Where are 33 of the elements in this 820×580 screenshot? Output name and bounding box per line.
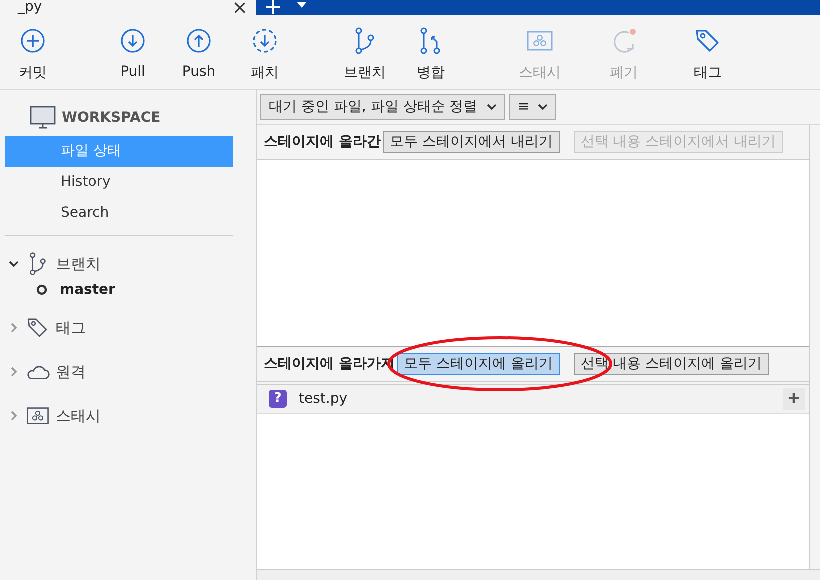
toolbar-button[interactable]: Push bbox=[166, 15, 232, 89]
caret-icon[interactable] bbox=[296, 1, 308, 9]
stage-button[interactable]: 모두 스테이지에서 내리기 bbox=[382, 131, 560, 153]
toolbar-button[interactable]: 병합 bbox=[398, 15, 464, 89]
document-tab[interactable]: _py × bbox=[0, 0, 256, 15]
up-arrow-circle-icon bbox=[185, 27, 213, 55]
close-button[interactable]: × bbox=[232, 1, 248, 15]
toolbar-button[interactable]: 브랜치 bbox=[332, 15, 398, 89]
stage-button[interactable]: 모두 스테이지에 올리기 bbox=[396, 353, 560, 375]
stage-button[interactable]: 선택 내용 스테이지에 올리기 bbox=[574, 353, 770, 375]
untracked-status-icon: ? bbox=[269, 390, 287, 408]
section-title: WORKSPACE bbox=[62, 110, 161, 126]
down-arrow-circle-icon bbox=[119, 27, 147, 55]
stage-file-button[interactable]: + bbox=[783, 388, 805, 410]
plus-circle-icon bbox=[19, 27, 47, 55]
toolbar-button[interactable]: 패치 bbox=[232, 15, 298, 89]
new-tab-button[interactable]: + bbox=[264, 1, 282, 15]
toolbar-button[interactable]: 커밋 bbox=[0, 15, 66, 89]
tab-title: _py bbox=[18, 0, 42, 15]
branch-item[interactable]: master bbox=[60, 282, 116, 298]
sidebar-item[interactable]: History bbox=[5, 167, 233, 198]
sidebar-section[interactable]: 태그 bbox=[0, 306, 256, 350]
pane-title: 스테이지에 올라간 bbox=[264, 133, 381, 151]
toolbar-button[interactable]: Pull bbox=[100, 15, 166, 89]
sidebar-section[interactable]: 원격 bbox=[0, 350, 256, 394]
file-row[interactable]: ? test.py + bbox=[257, 385, 809, 414]
tag-icon bbox=[26, 316, 50, 340]
sidebar-section[interactable]: 스태시 bbox=[0, 394, 256, 438]
toolbar-button[interactable]: 태그 bbox=[666, 15, 750, 89]
monitor-icon bbox=[30, 106, 56, 130]
view-button[interactable]: ≡ bbox=[508, 94, 556, 120]
sidebar-item[interactable]: Search bbox=[5, 198, 233, 229]
sort-dropdown[interactable]: 대기 중인 파일, 파일 상태순 정렬 bbox=[260, 94, 505, 120]
